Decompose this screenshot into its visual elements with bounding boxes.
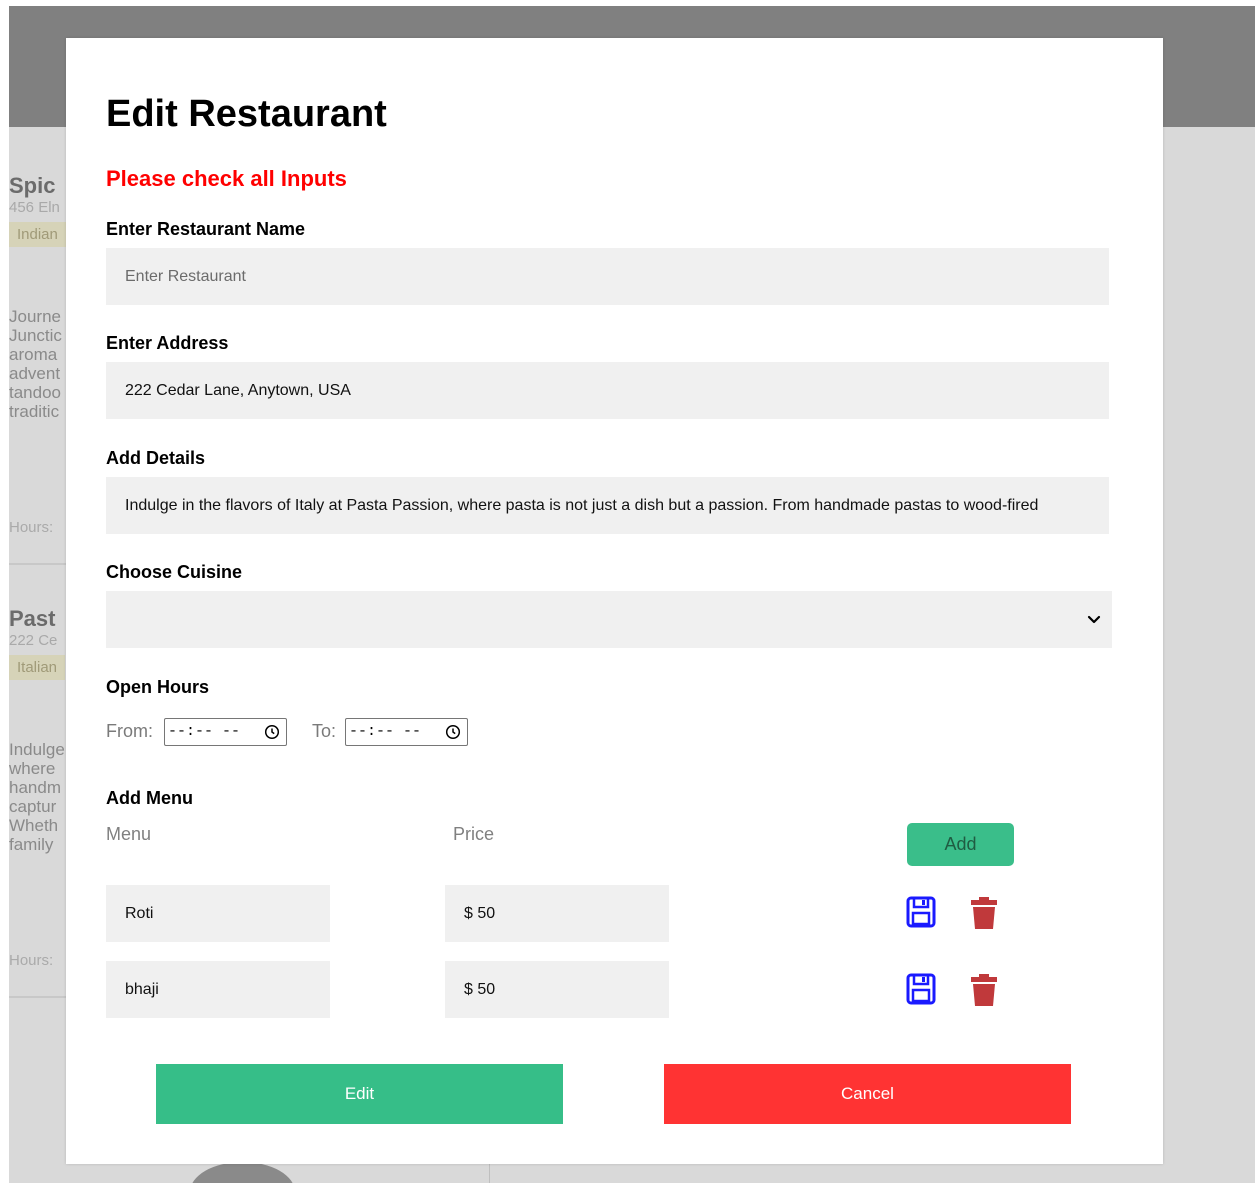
cuisine-tag: Indian: [9, 222, 66, 247]
price-column-label: Price: [453, 824, 495, 844]
address-label: Enter Address: [106, 333, 229, 353]
from-time-input[interactable]: --:-- --: [164, 718, 287, 746]
error-message: Please check all Inputs: [106, 166, 347, 191]
cuisine-select[interactable]: [106, 591, 1112, 648]
cuisine-label: Choose Cuisine: [106, 562, 243, 582]
chevron-down-icon: [1087, 615, 1101, 624]
clock-icon: [264, 724, 280, 740]
from-label: From:: [106, 721, 153, 741]
edit-button[interactable]: Edit: [156, 1064, 563, 1124]
add-menu-button[interactable]: Add: [907, 823, 1014, 866]
restaurant-name-input[interactable]: Enter Restaurant: [106, 248, 1109, 305]
clock-icon: [445, 724, 461, 740]
menu-item-price-input[interactable]: $ 50: [445, 885, 669, 942]
background-avatar: [190, 1162, 295, 1183]
to-time-value: --:-- --: [349, 723, 422, 740]
details-label: Add Details: [106, 448, 206, 468]
add-menu-label: Add Menu: [106, 788, 193, 808]
edit-restaurant-modal: Edit Restaurant Please check all Inputs …: [66, 38, 1163, 1164]
open-hours-label: Open Hours: [106, 677, 210, 697]
restaurant-hours: Hours:: [9, 952, 54, 969]
to-label: To:: [312, 721, 337, 741]
menu-item-price-input[interactable]: $ 50: [445, 961, 669, 1018]
from-time-value: --:-- --: [168, 723, 241, 740]
menu-item-name-input[interactable]: bhaji: [106, 961, 330, 1018]
menu-column-label: Menu: [106, 824, 152, 844]
menu-item-name-input[interactable]: Roti: [106, 885, 330, 942]
restaurant-hours: Hours:: [9, 519, 54, 536]
restaurant-name-label: Enter Restaurant Name: [106, 219, 306, 239]
trash-icon[interactable]: [968, 896, 1000, 930]
trash-icon[interactable]: [968, 973, 1000, 1007]
cuisine-tag: Italian: [9, 655, 66, 680]
address-input[interactable]: 222 Cedar Lane, Anytown, USA: [106, 362, 1109, 419]
to-time-input[interactable]: --:-- --: [345, 718, 468, 746]
save-icon[interactable]: [906, 896, 938, 930]
details-input[interactable]: Indulge in the flavors of Italy at Pasta…: [106, 477, 1109, 534]
save-icon[interactable]: [906, 973, 938, 1007]
modal-title: Edit Restaurant: [106, 93, 387, 135]
cancel-button[interactable]: Cancel: [664, 1064, 1071, 1124]
